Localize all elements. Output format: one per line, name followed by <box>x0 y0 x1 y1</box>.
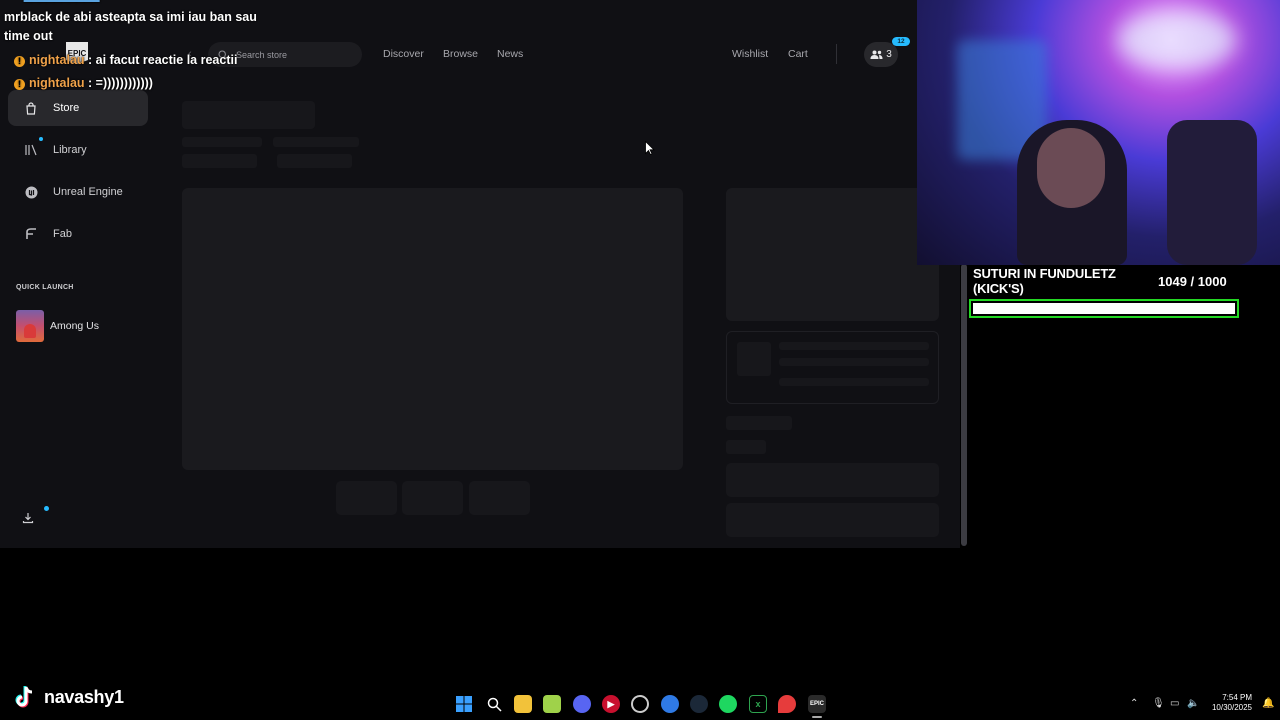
tiktok-username: navashy1 <box>44 686 124 707</box>
skeleton-side-image <box>726 188 939 321</box>
friends-notification-badge: 12 <box>892 37 910 46</box>
sidebar-item-label: Library <box>53 144 87 156</box>
skeleton-line <box>779 378 929 386</box>
obs-icon[interactable] <box>631 695 649 713</box>
taskbar-clock[interactable]: 7:54 PM 10/30/2025 <box>1206 693 1252 713</box>
sidebar-item-fab[interactable]: Fab <box>8 216 148 252</box>
clock-date: 10/30/2025 <box>1211 703 1252 712</box>
chat-message: : ai facut reactie la reactii <box>88 53 238 67</box>
skeleton-line <box>182 137 262 147</box>
friends-count: 3 <box>886 49 892 60</box>
window-scrollbar[interactable] <box>961 264 967 546</box>
skeleton-pill <box>277 154 352 168</box>
media-player-icon[interactable]: ▶ <box>602 695 620 713</box>
maps-pin-icon[interactable] <box>778 695 796 713</box>
tray-chevron-icon[interactable]: ⌃ <box>1130 698 1138 709</box>
goal-progress-fill <box>973 303 1235 314</box>
chat-message: : =)))))))))))) <box>88 76 153 90</box>
skeleton-title <box>182 101 315 129</box>
shopping-bag-icon <box>24 101 38 115</box>
fab-icon <box>24 227 38 241</box>
goal-count: 1049 / 1000 <box>1158 274 1227 289</box>
quick-launch-label: Among Us <box>50 320 100 332</box>
volume-icon[interactable]: 🔈 <box>1187 698 1199 709</box>
among-us-thumbnail <box>16 310 44 342</box>
webcam-feed <box>917 0 1280 265</box>
chat-line-cut: ━━━━━━━━━━ <box>24 0 100 8</box>
chat-line: ! nightalau : ai facut reactie la reactii <box>0 53 237 67</box>
skeleton-line <box>726 440 766 454</box>
search-input[interactable] <box>236 49 346 60</box>
sidebar-item-label: Fab <box>53 228 72 240</box>
epic-games-taskbar-icon[interactable]: EPIC <box>808 695 826 713</box>
notepad-icon[interactable] <box>543 695 561 713</box>
spotify-icon[interactable] <box>719 695 737 713</box>
skeleton-button <box>726 503 939 537</box>
notification-icon[interactable]: 🔔 <box>1262 698 1274 709</box>
skeleton-button <box>726 463 939 497</box>
nav-browse[interactable]: Browse <box>443 48 478 60</box>
download-icon <box>22 513 34 524</box>
skeleton-pill <box>182 154 257 168</box>
wishlist-link[interactable]: Wishlist <box>732 48 768 60</box>
quick-launch-heading: QUICK LAUNCH <box>16 284 74 291</box>
mouse-cursor-icon <box>645 141 655 155</box>
sidebar-item-store[interactable]: Store <box>8 90 148 126</box>
nav-news[interactable]: News <box>497 48 523 60</box>
windows-start-icon[interactable] <box>455 695 473 713</box>
chat-line: time out <box>4 29 53 43</box>
chat-line: ! nightalau : =)))))))))))) <box>0 76 153 90</box>
friends-button[interactable]: 3 <box>864 42 898 67</box>
excel-icon[interactable]: x <box>749 695 767 713</box>
goal-title: SUTURI IN FUNDULETZ (KICK'S) <box>973 266 1116 296</box>
skeleton-line <box>779 358 929 366</box>
quick-launch-item-among-us[interactable]: Among Us <box>16 310 99 342</box>
chat-line: mrblack de abi asteapta sa imi iau ban s… <box>4 10 257 24</box>
browser-icon[interactable] <box>661 695 679 713</box>
microphone-icon[interactable]: 🎙 <box>1152 698 1165 709</box>
skeleton-line <box>726 416 792 430</box>
chat-message: mrblack de abi asteapta sa imi iau ban s… <box>4 10 257 24</box>
network-icon[interactable]: ▭ <box>1170 698 1179 709</box>
taskbar-search-icon[interactable] <box>485 695 503 713</box>
file-explorer-icon[interactable] <box>514 695 532 713</box>
downloads-notification-dot <box>44 506 49 511</box>
chat-username: nightalau <box>29 76 85 90</box>
unreal-engine-icon <box>24 185 38 199</box>
clock-time: 7:54 PM <box>1222 693 1252 702</box>
active-app-indicator <box>812 716 822 718</box>
library-icon <box>24 143 38 157</box>
discord-icon[interactable] <box>573 695 591 713</box>
skeleton-avatar <box>737 342 771 376</box>
chat-username: nightalau <box>29 53 85 67</box>
tiktok-logo-icon <box>15 686 33 708</box>
skeleton-line <box>779 342 929 350</box>
chat-badge-icon: ! <box>14 79 25 90</box>
sidebar-item-label: Store <box>53 102 80 114</box>
sidebar-item-label: Unreal Engine <box>53 186 123 198</box>
tiktok-watermark: navashy1 <box>12 684 124 710</box>
sidebar-item-unreal-engine[interactable]: Unreal Engine <box>8 174 148 210</box>
skeleton-thumb <box>469 481 530 515</box>
skeleton-hero-banner <box>182 188 683 470</box>
skeleton-side-card <box>726 331 939 404</box>
goal-progress-bar <box>969 299 1239 318</box>
library-notification-dot <box>39 137 43 141</box>
sidebar-item-library[interactable]: Library <box>8 132 148 168</box>
skeleton-thumb <box>402 481 463 515</box>
chat-badge-icon: ! <box>14 56 25 67</box>
downloads-button[interactable] <box>20 510 36 526</box>
friends-icon <box>870 50 883 59</box>
topbar-divider <box>836 44 837 64</box>
skeleton-line <box>273 137 359 147</box>
nav-discover[interactable]: Discover <box>383 48 424 60</box>
cart-link[interactable]: Cart <box>788 48 808 60</box>
steam-icon[interactable] <box>690 695 708 713</box>
skeleton-thumb <box>336 481 397 515</box>
chat-message: time out <box>4 29 53 43</box>
